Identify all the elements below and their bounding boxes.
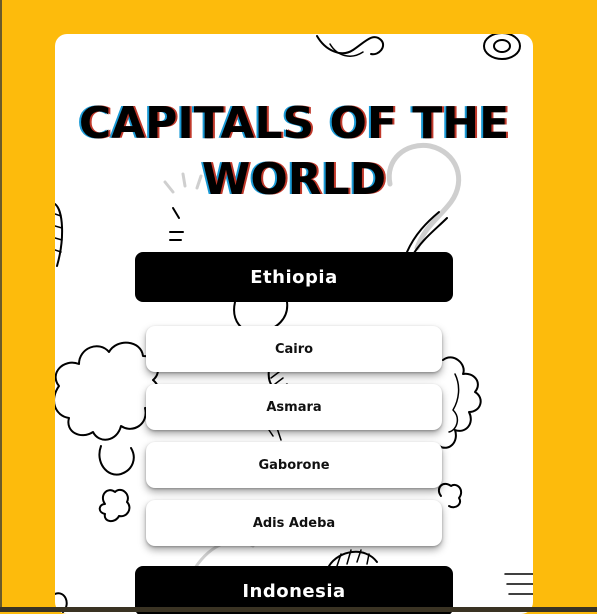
answer-option-adis-adeba[interactable]: Adis Adeba xyxy=(146,500,442,546)
page-title: CAPITALS OF THE WORLD xyxy=(55,96,533,208)
question-country: Ethiopia xyxy=(135,252,453,302)
window-left-edge xyxy=(0,0,2,612)
answer-option-cairo[interactable]: Cairo xyxy=(146,326,442,372)
quiz-card: CAPITALS OF THE WORLD Ethiopia Cairo Asm… xyxy=(55,34,533,614)
title-line-1: CAPITALS OF THE xyxy=(78,98,510,149)
page: { "quiz": { "title_line1": "CAPITALS OF … xyxy=(0,0,597,614)
answer-option-asmara[interactable]: Asmara xyxy=(146,384,442,430)
window-bottom-edge xyxy=(0,607,597,612)
answer-option-gaborone[interactable]: Gaborone xyxy=(146,442,442,488)
title-line-2: WORLD xyxy=(201,154,387,205)
